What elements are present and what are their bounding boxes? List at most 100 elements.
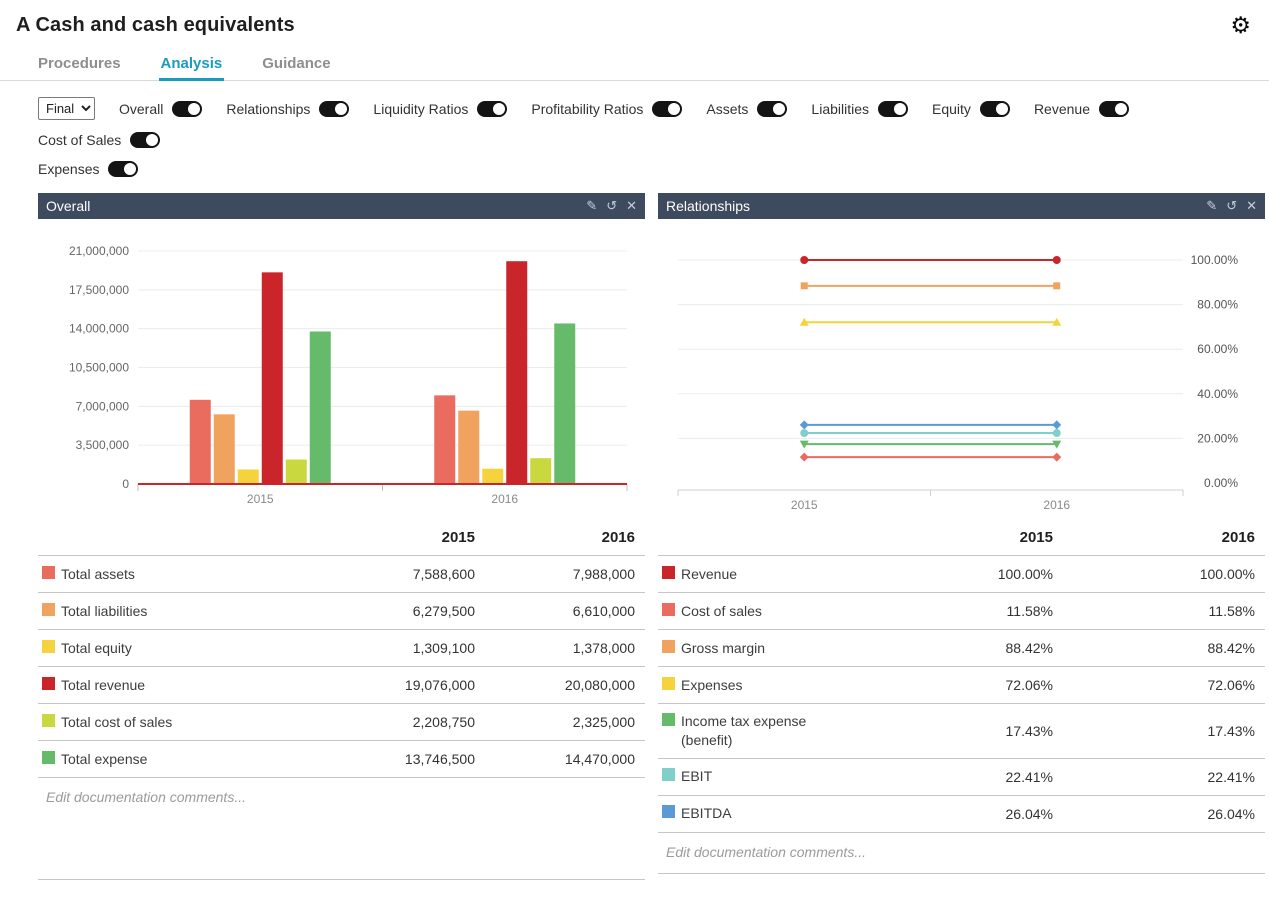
table-row-gross-margin: Gross margin88.42%88.42% (658, 629, 1265, 666)
table-header-row: 20152016 (658, 519, 1265, 555)
toggle-item-liquidity-ratios: Liquidity Ratios (373, 101, 507, 117)
series-color-swatch (662, 566, 675, 579)
table-row-total-liabilities: Total liabilities6,279,5006,610,000 (38, 592, 645, 629)
toggle-switch-liabilities[interactable] (878, 101, 908, 117)
toggle-label: Liabilities (811, 101, 869, 117)
series-color-swatch (662, 768, 675, 781)
toggle-item-liabilities: Liabilities (811, 101, 908, 117)
series-label: Total liabilities (61, 602, 147, 621)
toggle-item-relationships: Relationships (226, 101, 349, 117)
svg-text:0.00%: 0.00% (1204, 476, 1238, 490)
series-label: Total assets (61, 565, 135, 584)
toggle-label: Liquidity Ratios (373, 101, 468, 117)
series-label: Total cost of sales (61, 713, 172, 732)
overall-comments-input[interactable]: Edit documentation comments... (38, 777, 645, 880)
panel-title: Overall (46, 198, 90, 214)
toggle-item-cost-of-sales: Cost of Sales (38, 132, 160, 148)
filter-bar: Final Overall Relationships Liquidity Rati… (0, 81, 1269, 177)
series-value: 6,279,500 (315, 603, 475, 619)
table-row-total-expense: Total expense13,746,50014,470,000 (38, 740, 645, 777)
edit-icon[interactable]: ✎ (586, 198, 597, 214)
svg-text:21,000,000: 21,000,000 (69, 244, 129, 258)
table-header-row: 20152016 (38, 519, 645, 555)
page-title: A Cash and cash equivalents (16, 14, 295, 37)
tab-guidance[interactable]: Guidance (260, 51, 332, 81)
table-row-total-assets: Total assets7,588,6007,988,000 (38, 555, 645, 592)
toggle-switch-liquidity-ratios[interactable] (477, 101, 507, 117)
table-row-total-cost-of-sales: Total cost of sales2,208,7502,325,000 (38, 703, 645, 740)
table-row-total-revenue: Total revenue19,076,00020,080,000 (38, 666, 645, 703)
toggle-label: Equity (932, 101, 971, 117)
series-label: Cost of sales (681, 602, 762, 621)
series-value: 26.04% (1053, 806, 1255, 822)
svg-text:60.00%: 60.00% (1197, 342, 1238, 356)
svg-text:40.00%: 40.00% (1197, 387, 1238, 401)
toggle-label: Expenses (38, 161, 99, 177)
series-color-swatch (42, 603, 55, 616)
toggle-switch-profitability-ratios[interactable] (652, 101, 682, 117)
gear-icon[interactable]: ⚙ (1230, 14, 1251, 37)
svg-text:2015: 2015 (791, 498, 818, 512)
series-color-swatch (42, 677, 55, 690)
series-value: 72.06% (1053, 677, 1255, 693)
toggle-switch-assets[interactable] (757, 101, 787, 117)
svg-text:100.00%: 100.00% (1191, 253, 1239, 267)
series-color-swatch (662, 603, 675, 616)
period-select[interactable]: Final (38, 97, 95, 120)
table-row-cost-of-sales: Cost of sales11.58%11.58% (658, 592, 1265, 629)
series-label: EBITDA (681, 804, 732, 823)
table-row-ebit: EBIT22.41%22.41% (658, 758, 1265, 795)
toggle-switch-expenses[interactable] (108, 161, 138, 177)
toggle-label: Assets (706, 101, 748, 117)
tab-bar: Procedures Analysis Guidance (0, 37, 1269, 81)
series-value: 19,076,000 (315, 677, 475, 693)
svg-text:2016: 2016 (491, 492, 518, 506)
series-value: 26.04% (913, 806, 1053, 822)
series-value: 88.42% (1053, 640, 1255, 656)
overall-panel-header: Overall ✎ ↺ ✕ (38, 193, 645, 219)
series-color-swatch (662, 677, 675, 690)
series-label: Gross margin (681, 639, 765, 658)
toggle-switch-revenue[interactable] (1099, 101, 1129, 117)
toggle-switch-overall[interactable] (172, 101, 202, 117)
edit-icon[interactable]: ✎ (1206, 198, 1217, 214)
series-value: 1,378,000 (475, 640, 635, 656)
toggle-item-assets: Assets (706, 101, 787, 117)
close-icon[interactable]: ✕ (626, 198, 637, 214)
table-row-ebitda: EBITDA 26.04%26.04% (658, 795, 1265, 832)
relationships-panel-header: Relationships ✎ ↺ ✕ (658, 193, 1265, 219)
relationships-comments-input[interactable]: Edit documentation comments... (658, 832, 1265, 874)
series-value: 17.43% (913, 723, 1053, 739)
toggle-switch-cost-of-sales[interactable] (130, 132, 160, 148)
tab-procedures[interactable]: Procedures (36, 51, 123, 81)
toggle-item-overall: Overall (119, 101, 202, 117)
close-icon[interactable]: ✕ (1246, 198, 1257, 214)
svg-text:3,500,000: 3,500,000 (76, 438, 130, 452)
history-icon[interactable]: ↺ (1226, 198, 1237, 214)
series-value: 20,080,000 (475, 677, 635, 693)
toggle-label: Profitability Ratios (531, 101, 643, 117)
tab-analysis[interactable]: Analysis (159, 51, 225, 81)
toggle-item-profitability-ratios: Profitability Ratios (531, 101, 682, 117)
column-header-2016: 2016 (1053, 529, 1255, 546)
history-icon[interactable]: ↺ (606, 198, 617, 214)
toggle-item-equity: Equity (932, 101, 1010, 117)
series-value: 1,309,100 (315, 640, 475, 656)
series-label: EBIT (681, 767, 712, 786)
series-value: 7,988,000 (475, 566, 635, 582)
column-header-2015: 2015 (315, 529, 475, 546)
series-value: 11.58% (1053, 603, 1255, 619)
series-label: Total equity (61, 639, 132, 658)
svg-text:2015: 2015 (247, 492, 274, 506)
toggle-label: Revenue (1034, 101, 1090, 117)
column-header-2016: 2016 (475, 529, 635, 546)
toggle-item-expenses: Expenses (38, 161, 138, 177)
svg-text:80.00%: 80.00% (1197, 298, 1238, 312)
series-value: 13,746,500 (315, 751, 475, 767)
toggle-switch-equity[interactable] (980, 101, 1010, 117)
series-value: 22.41% (1053, 769, 1255, 785)
table-row-income-tax-expense-benefit: Income tax expense (benefit)17.43%17.43% (658, 703, 1265, 758)
overall-panel: Overall ✎ ↺ ✕ 03,500,0007,000,00010,500,… (38, 193, 645, 880)
toggle-switch-relationships[interactable] (319, 101, 349, 117)
relationships-table: 20152016Revenue100.00%100.00%Cost of sal… (658, 519, 1265, 832)
